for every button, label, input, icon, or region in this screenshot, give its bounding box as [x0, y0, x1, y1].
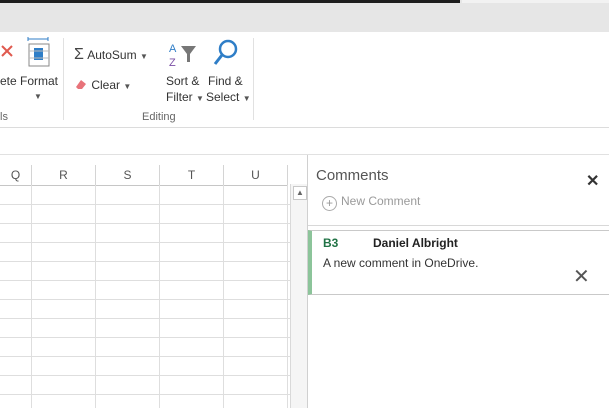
vertical-scrollbar[interactable]: ▲ — [290, 184, 307, 408]
format-button[interactable] — [18, 36, 58, 71]
close-icon[interactable]: ✕ — [586, 171, 599, 191]
chevron-down-icon: ▼ — [123, 82, 132, 91]
select-label: Select — [206, 90, 240, 104]
group-separator — [63, 38, 64, 120]
editing-group-label: Editing — [142, 111, 176, 123]
plus-icon: + — [322, 196, 337, 211]
column-header-t[interactable]: T — [160, 165, 224, 186]
delete-icon — [1, 45, 13, 57]
grid-line — [0, 394, 290, 395]
grid-line — [0, 204, 290, 205]
column-header-u[interactable]: U — [224, 165, 288, 186]
comments-pane: Comments ✕ + New Comment B3 Daniel Albrig… — [307, 155, 609, 408]
column-header-r[interactable]: R — [32, 165, 96, 186]
sigma-icon: Σ — [74, 46, 84, 63]
eraser-icon — [76, 80, 86, 89]
grid-line — [0, 280, 290, 281]
comment-card[interactable]: B3 Daniel Albright A new comment in OneD… — [308, 230, 609, 295]
title-bar-edge — [0, 0, 460, 3]
delete-label: ete — [0, 74, 17, 88]
grid-line — [0, 299, 290, 300]
column-header-s[interactable]: S — [96, 165, 160, 186]
format-label: Format — [19, 74, 58, 88]
find-select-button[interactable] — [210, 38, 242, 71]
title-bar-edge-light — [462, 0, 609, 3]
grid-line — [0, 318, 290, 319]
pane-divider — [308, 225, 609, 226]
grid-line — [0, 375, 290, 376]
comments-pane-title: Comments — [316, 167, 389, 184]
svg-text:Z: Z — [169, 57, 176, 68]
title-bar — [0, 0, 609, 32]
find-label: Find & — [208, 74, 243, 88]
chevron-down-icon: ▼ — [196, 94, 204, 103]
spreadsheet-grid[interactable]: Q R S T U — [0, 165, 290, 408]
delete-button[interactable] — [0, 42, 16, 71]
sort-label: Sort & — [166, 74, 200, 88]
sort-filter-icon: A Z — [169, 43, 196, 69]
sort-filter-button[interactable]: A Z — [164, 40, 202, 71]
comment-text: A new comment in OneDrive. — [323, 256, 479, 270]
autosum-label: AutoSum — [87, 48, 137, 62]
chevron-down-icon: ▼ — [242, 94, 251, 103]
ribbon: ete Format ▼ ls Σ AutoSum ▼ Clear ▼ A Z — [0, 32, 609, 128]
format-icon — [27, 37, 50, 67]
group-separator — [253, 38, 254, 120]
grid-line — [0, 356, 290, 357]
new-comment-label: New Comment — [341, 194, 421, 208]
clear-button[interactable]: Clear ▼ — [74, 78, 131, 92]
comment-cell-ref[interactable]: B3 — [323, 236, 338, 250]
grid-line — [0, 261, 290, 262]
grid-line — [0, 223, 290, 224]
search-icon — [213, 39, 238, 65]
new-comment-button[interactable]: + New Comment — [322, 194, 420, 211]
delete-comment-icon[interactable]: ✕ — [573, 267, 590, 287]
column-header-q[interactable]: Q — [0, 165, 32, 186]
clear-label: Clear — [91, 78, 121, 92]
chevron-down-icon: ▼ — [34, 92, 42, 101]
svg-text:A: A — [169, 43, 177, 55]
grid-line — [0, 337, 290, 338]
formula-bar[interactable] — [0, 128, 609, 155]
comment-author: Daniel Albright — [373, 236, 458, 250]
cells-group-label: ls — [0, 111, 8, 123]
scroll-up-arrow-icon[interactable]: ▲ — [293, 186, 307, 200]
chevron-down-icon: ▼ — [139, 52, 148, 61]
autosum-button[interactable]: Σ AutoSum ▼ — [74, 46, 148, 64]
filter-label: Filter — [166, 90, 193, 104]
grid-line — [0, 242, 290, 243]
